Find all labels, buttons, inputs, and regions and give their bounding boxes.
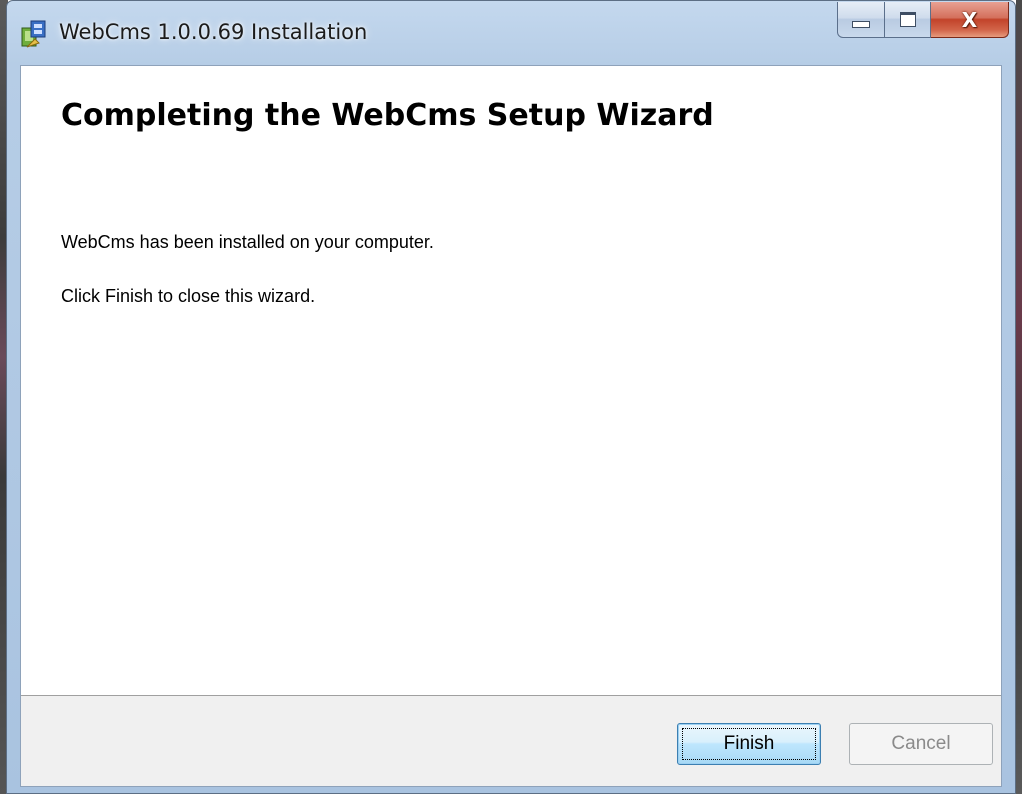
minimize-button[interactable] [837, 2, 885, 38]
wizard-page: Completing the WebCms Setup Wizard WebCm… [20, 65, 1002, 787]
minimize-icon [852, 21, 870, 28]
page-title: Completing the WebCms Setup Wizard [61, 98, 714, 133]
desktop-background-right [1016, 0, 1022, 794]
focus-ring [682, 728, 816, 760]
installer-window: WebCms 1.0.0.69 Installation X Completin… [6, 0, 1016, 794]
installed-message: WebCms has been installed on your comput… [61, 232, 434, 252]
maximize-icon [899, 12, 916, 27]
cancel-button-label: Cancel [891, 733, 951, 754]
caption-buttons: X [837, 2, 1009, 40]
installer-icon [19, 19, 49, 49]
cancel-button[interactable]: Cancel [849, 723, 993, 765]
close-button[interactable]: X [931, 2, 1009, 38]
title-bar[interactable]: WebCms 1.0.0.69 Installation X [7, 1, 1015, 65]
finish-button[interactable]: Finish [677, 723, 821, 765]
maximize-button[interactable] [885, 2, 931, 38]
button-bar: Finish Cancel [21, 695, 1001, 786]
window-title: WebCms 1.0.0.69 Installation [59, 20, 368, 44]
finish-instruction: Click Finish to close this wizard. [61, 286, 316, 306]
close-icon: X [961, 7, 978, 32]
